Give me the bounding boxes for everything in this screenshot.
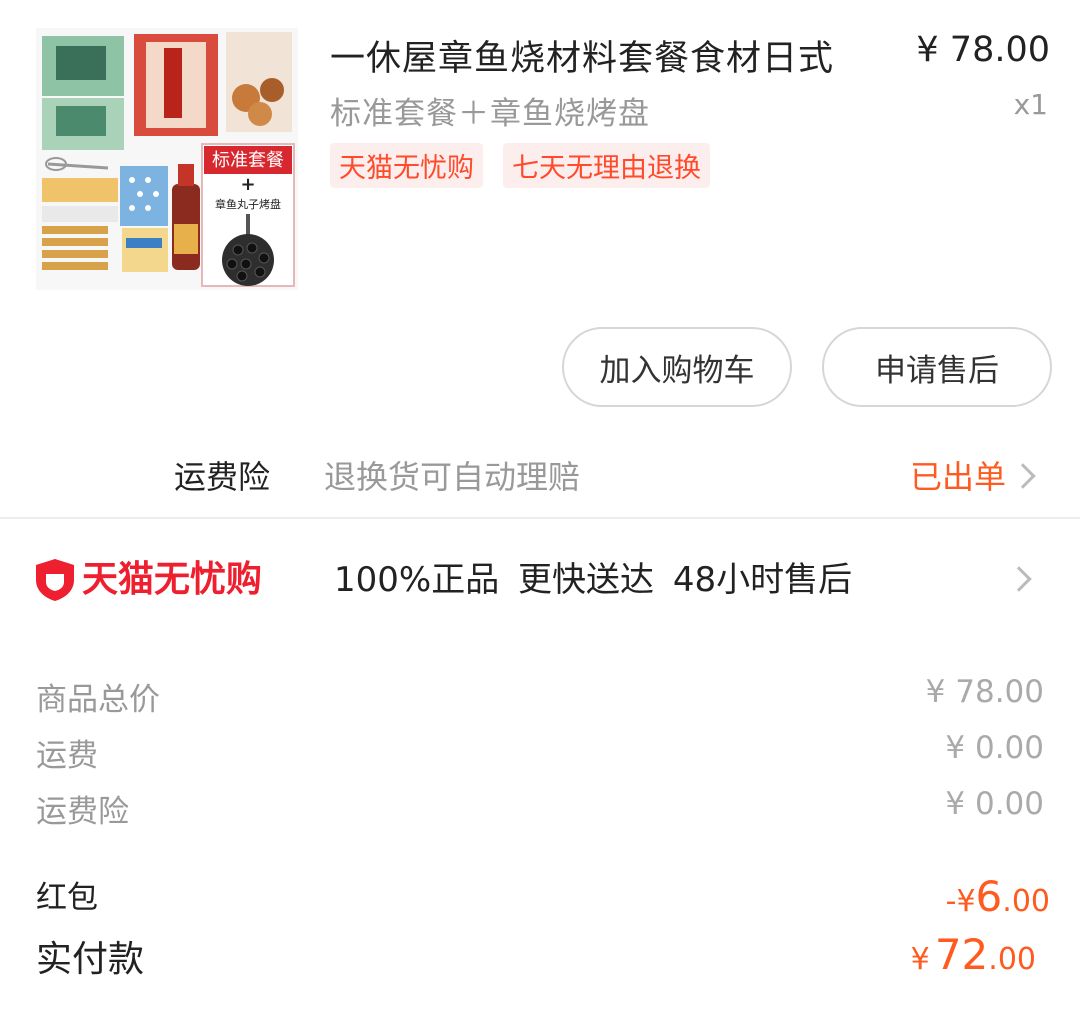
divider <box>0 517 1080 519</box>
paid-label: 实付款 <box>36 939 145 980</box>
summary-row-total: 商品总价 ¥ 78.00 <box>0 674 1080 724</box>
summary-row-insurance: 运费险 ¥ 0.00 <box>0 786 1080 836</box>
guarantee-text: 100%正品 更快送达 48小时售后 <box>334 560 853 600</box>
product-image: 标准套餐 + 章鱼丸子烤盘 <box>36 28 298 290</box>
add-to-cart-button[interactable]: 加入购物车 <box>562 327 792 407</box>
image-caption-text: 章鱼丸子烤盘 <box>215 197 281 211</box>
paid-dec: .00 <box>988 942 1036 977</box>
product-quantity: x1 <box>1013 88 1048 121</box>
red-packet-value: -¥6.00 <box>946 872 1050 921</box>
image-plus-text: + <box>240 174 255 195</box>
order-item[interactable]: 标准套餐 + 章鱼丸子烤盘 一休屋章鱼烧材料套餐食材日式 ¥ 78.00 标准套… <box>0 0 1080 310</box>
shield-icon <box>36 559 74 601</box>
paid-value: ¥ 72.00 <box>911 930 1036 979</box>
red-packet-row: 红包 -¥6.00 <box>0 872 1080 932</box>
image-banner-text: 标准套餐 <box>212 150 284 171</box>
product-sku: 标准套餐＋章鱼烧烤盘 <box>330 96 650 132</box>
chevron-right-icon <box>1010 463 1036 489</box>
paid-row: 实付款 ¥ 72.00 <box>0 930 1080 990</box>
red-packet-int: 6 <box>975 872 1003 921</box>
summary-value: ¥ 0.00 <box>945 730 1044 766</box>
insurance-status: 已出单 <box>909 458 1006 496</box>
product-price: ¥ 78.00 <box>916 30 1050 70</box>
tag-worry-free: 天猫无忧购 <box>330 143 483 188</box>
guarantee-row[interactable]: 天猫无忧购 100%正品 更快送达 48小时售后 <box>0 540 1080 620</box>
paid-prefix: ¥ <box>910 942 930 977</box>
product-thumbnail[interactable]: 标准套餐 + 章鱼丸子烤盘 <box>36 28 298 290</box>
after-sales-button[interactable]: 申请售后 <box>822 327 1052 407</box>
tag-seven-day-return: 七天无理由退换 <box>503 143 710 188</box>
shipping-insurance-row[interactable]: 运费险 退换货可自动理赔 已出单 <box>0 440 1080 516</box>
summary-label: 商品总价 <box>36 682 160 718</box>
paid-int: 72 <box>934 930 989 979</box>
product-tags: 天猫无忧购 七天无理由退换 <box>330 143 710 188</box>
insurance-label: 运费险 <box>174 458 271 496</box>
guarantee-brand: 天猫无忧购 <box>82 559 263 600</box>
red-packet-dec: .00 <box>1002 884 1050 919</box>
chevron-right-icon <box>1006 566 1032 592</box>
summary-label: 运费险 <box>36 794 129 830</box>
summary-row-shipping: 运费 ¥ 0.00 <box>0 730 1080 780</box>
product-title[interactable]: 一休屋章鱼烧材料套餐食材日式 <box>330 30 834 81</box>
insurance-description: 退换货可自动理赔 <box>324 458 581 496</box>
red-packet-prefix: -¥ <box>945 884 976 919</box>
summary-value: ¥ 78.00 <box>925 674 1044 710</box>
summary-label: 运费 <box>36 738 98 774</box>
red-packet-label: 红包 <box>36 880 98 916</box>
summary-value: ¥ 0.00 <box>945 786 1044 822</box>
